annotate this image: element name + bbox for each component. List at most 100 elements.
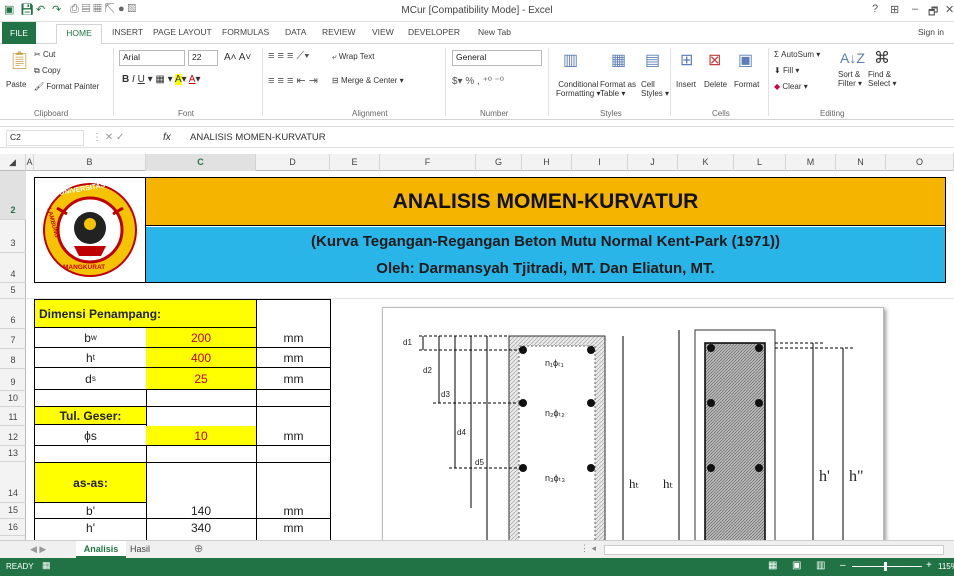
input-ds[interactable]: 25 bbox=[146, 368, 256, 390]
row-header-16[interactable]: 16 bbox=[0, 519, 26, 536]
column-header-b[interactable]: B bbox=[34, 154, 146, 171]
font-style-buttons[interactable]: B I U ▾ ▦ ▾ A▾ A▾ bbox=[122, 74, 201, 85]
value-bprime[interactable]: 140 bbox=[146, 503, 256, 519]
help-button[interactable]: ? bbox=[872, 3, 878, 15]
align-horizontal-icons[interactable]: ≡ ≡ ≡ ⇤ ⇥ bbox=[268, 74, 318, 87]
column-header-k[interactable]: K bbox=[678, 154, 734, 171]
conditional-formatting-icon[interactable]: ▥ bbox=[563, 50, 578, 70]
fx-icon[interactable]: fx bbox=[163, 132, 171, 143]
delete-cells-icon[interactable]: ⊠ bbox=[708, 50, 721, 70]
cut-button[interactable]: ✂ Cut bbox=[34, 50, 55, 59]
font-size-select[interactable]: 22 bbox=[188, 50, 218, 66]
formula-input[interactable]: ANALISIS MOMEN-KURVATUR bbox=[190, 132, 326, 143]
align-top-icons[interactable]: ≡ ≡ ≡ ⟋▾ bbox=[268, 50, 310, 63]
tab-insert[interactable]: INSERT bbox=[112, 27, 143, 37]
view-layout-icon[interactable]: ▣ bbox=[792, 560, 801, 571]
paste-icon[interactable]: 📋︎ bbox=[8, 50, 31, 71]
column-header-m[interactable]: M bbox=[786, 154, 836, 171]
fill-button[interactable]: ⬇ Fill ▾ bbox=[774, 66, 799, 75]
column-header-h[interactable]: H bbox=[522, 154, 572, 171]
zoom-level[interactable]: 115% bbox=[938, 562, 954, 571]
input-phis[interactable]: 10 bbox=[146, 426, 256, 446]
view-normal-icon[interactable]: ▦ bbox=[768, 560, 777, 571]
input-ht[interactable]: 400 bbox=[146, 348, 256, 368]
column-header-i[interactable]: I bbox=[572, 154, 628, 171]
font-grow-icon[interactable]: A˄ A˅ bbox=[224, 52, 251, 63]
conditional-formatting-button[interactable]: Conditional Formatting ▾ bbox=[556, 80, 600, 98]
column-header-e[interactable]: E bbox=[330, 154, 380, 171]
section-dimensi[interactable]: Dimensi Penampang: bbox=[35, 300, 256, 328]
sign-in-link[interactable]: Sign in bbox=[918, 27, 944, 37]
add-sheet-icon[interactable]: ⊕ bbox=[194, 542, 203, 555]
value-hprime[interactable]: 340 bbox=[146, 519, 256, 536]
tab-formulas[interactable]: FORMULAS bbox=[222, 27, 269, 37]
row-header-5[interactable]: 5 bbox=[0, 283, 26, 299]
tab-file[interactable]: FILE bbox=[2, 22, 36, 44]
column-header-o[interactable]: O bbox=[886, 154, 954, 171]
column-header-l[interactable]: L bbox=[734, 154, 786, 171]
sheet-nav-arrows[interactable]: ◀ ▶ bbox=[30, 544, 46, 555]
sort-filter-button[interactable]: Sort & Filter ▾ bbox=[838, 70, 862, 88]
macro-record-icon[interactable]: ▦ bbox=[42, 560, 51, 571]
horizontal-scrollbar[interactable] bbox=[604, 545, 944, 555]
hscroll-left[interactable]: ⋮ ◂ bbox=[580, 543, 596, 554]
tab-review[interactable]: REVIEW bbox=[322, 27, 356, 37]
input-bw[interactable]: 200 bbox=[146, 328, 256, 348]
tab-page-layout[interactable]: PAGE LAYOUT bbox=[153, 27, 212, 37]
row-header-9[interactable]: 9 bbox=[0, 369, 26, 391]
column-header-a[interactable]: A bbox=[26, 154, 34, 171]
subtitle-cell[interactable]: (Kurva Tegangan-Regangan Beton Mutu Norm… bbox=[146, 229, 945, 253]
ribbon-display-icon[interactable]: ⊞ bbox=[890, 3, 899, 16]
copy-button[interactable]: ⧉ Copy bbox=[34, 66, 61, 76]
tab-view[interactable]: VIEW bbox=[372, 27, 394, 37]
section-as-as[interactable]: as-as: bbox=[35, 463, 146, 503]
delete-button[interactable]: Delete bbox=[704, 80, 727, 89]
row-header-7[interactable]: 7 bbox=[0, 329, 26, 349]
format-painter-button[interactable]: 🖌︎ Format Painter bbox=[34, 82, 99, 91]
column-header-c[interactable]: C bbox=[146, 154, 256, 171]
zoom-slider-thumb[interactable] bbox=[884, 562, 887, 571]
number-format-icons[interactable]: $▾ % , ⁺⁰ ⁻⁰ bbox=[452, 76, 504, 87]
format-as-table-button[interactable]: Format as Table ▾ bbox=[600, 80, 636, 98]
row-header-2[interactable]: 2 bbox=[0, 171, 26, 220]
tab-developer[interactable]: DEVELOPER bbox=[408, 27, 460, 37]
row-header-14[interactable]: 14 bbox=[0, 462, 26, 503]
row-header-3[interactable]: 3 bbox=[0, 220, 26, 253]
view-pagebreak-icon[interactable]: ▥ bbox=[816, 560, 825, 571]
insert-cells-icon[interactable]: ⊞ bbox=[680, 50, 693, 70]
close-button[interactable]: ✕ bbox=[945, 3, 954, 16]
paste-button[interactable]: Paste bbox=[6, 80, 26, 89]
column-header-n[interactable]: N bbox=[836, 154, 886, 171]
row-header-8[interactable]: 8 bbox=[0, 349, 26, 369]
cell-styles-button[interactable]: Cell Styles ▾ bbox=[641, 80, 669, 98]
cross-section-diagram[interactable]: d1 d2 d3 d4 d5 n₁ϕₜ₁ n₂ϕₜ₂ n₃ϕₜ₃ hₜ hₜ h… bbox=[382, 307, 884, 540]
find-select-button[interactable]: Find & Select ▾ bbox=[868, 70, 896, 88]
zoom-out-icon[interactable]: – bbox=[840, 560, 846, 571]
restore-button[interactable]: 🗗 bbox=[928, 3, 938, 22]
row-header-11[interactable]: 11 bbox=[0, 407, 26, 426]
row-header-4[interactable]: 4 bbox=[0, 253, 26, 283]
row-header-13[interactable]: 13 bbox=[0, 446, 26, 462]
tab-home[interactable]: HOME bbox=[56, 24, 102, 45]
format-table-icon[interactable]: ▦ bbox=[611, 50, 626, 70]
row-header-15[interactable]: 15 bbox=[0, 503, 26, 519]
autosum-button[interactable]: Σ AutoSum ▾ bbox=[774, 50, 820, 59]
merge-center-button[interactable]: ⊟ Merge & Center ▾ bbox=[332, 76, 404, 85]
authors-cell[interactable]: Oleh: Darmansyah Tjitradi, MT. Dan Eliat… bbox=[146, 255, 945, 281]
row-header-6[interactable]: 6 bbox=[0, 299, 26, 329]
insert-button[interactable]: Insert bbox=[676, 80, 696, 89]
column-header-d[interactable]: D bbox=[256, 154, 330, 171]
sheet-tab-analisis[interactable]: Analisis bbox=[76, 541, 126, 558]
column-header-g[interactable]: G bbox=[476, 154, 522, 171]
name-box[interactable]: C2 bbox=[6, 130, 84, 146]
sort-filter-icon[interactable]: A↓Z bbox=[840, 50, 865, 66]
formula-cancel-icon[interactable]: ⋮ ✕ ✓ bbox=[92, 132, 124, 143]
title-cell[interactable]: ANALISIS MOMEN-KURVATUR bbox=[146, 178, 945, 226]
column-header-j[interactable]: J bbox=[628, 154, 678, 171]
worksheet[interactable]: UNIVERSITAS LAMBUNG MANGKURAT ANALISIS M… bbox=[26, 171, 954, 540]
clear-button[interactable]: ◆ Clear ▾ bbox=[774, 82, 808, 91]
row-header-10[interactable]: 10 bbox=[0, 391, 26, 407]
row-header-12[interactable]: 12 bbox=[0, 426, 26, 446]
sheet-tab-hasil[interactable]: Hasil bbox=[130, 544, 150, 554]
section-tul-geser[interactable]: Tul. Geser: bbox=[35, 407, 146, 425]
